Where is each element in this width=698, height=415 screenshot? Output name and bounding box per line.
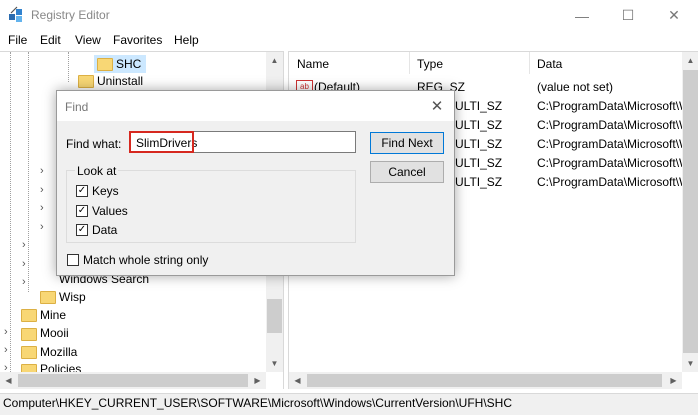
window-title: Registry Editor — [31, 8, 110, 22]
expand-chevron-icon[interactable]: › — [40, 221, 44, 233]
find-dialog: Find ✕ Find what: SlimDrivers Find Next … — [56, 90, 455, 276]
scrollbar-thumb[interactable] — [267, 299, 282, 333]
scroll-up-arrow-icon[interactable]: ▲ — [266, 52, 283, 69]
scroll-down-arrow-icon[interactable]: ▼ — [682, 355, 698, 372]
status-path: Computer\HKEY_CURRENT_USER\SOFTWARE\Micr… — [3, 396, 512, 410]
menu-view[interactable]: View — [75, 33, 101, 47]
close-button[interactable]: ✕ — [651, 0, 697, 31]
find-next-button[interactable]: Find Next — [370, 132, 444, 154]
expand-chevron-icon[interactable]: › — [40, 165, 44, 177]
tree-item-mine[interactable]: Mine — [40, 308, 66, 322]
value-type: ULTI_SZ — [455, 118, 503, 132]
expand-chevron-icon[interactable]: › — [40, 202, 44, 214]
scroll-down-arrow-icon[interactable]: ▼ — [266, 355, 283, 372]
list-vertical-scrollbar[interactable]: ▲ ▼ — [682, 52, 698, 372]
value-data: (value not set) — [537, 80, 614, 94]
menu-file[interactable]: File — [8, 33, 27, 47]
data-checkbox[interactable]: ✓ — [76, 224, 88, 236]
tree-item-mozilla[interactable]: Mozilla — [40, 345, 77, 359]
tree-item-uninstall[interactable]: Uninstall — [97, 74, 143, 88]
values-checkbox[interactable]: ✓ — [76, 205, 88, 217]
expand-chevron-icon[interactable]: › — [22, 258, 26, 270]
keys-label: Keys — [92, 184, 119, 198]
expand-chevron-icon[interactable]: › — [40, 184, 44, 196]
scroll-right-arrow-icon[interactable]: ▶ — [249, 372, 266, 389]
value-data: C:\ProgramData\Microsoft\W — [537, 99, 691, 113]
value-type: ULTI_SZ — [455, 156, 503, 170]
regedit-icon — [8, 6, 26, 27]
value-data: C:\ProgramData\Microsoft\W — [537, 118, 691, 132]
value-type: ULTI_SZ — [455, 137, 503, 151]
column-header-name[interactable]: Name — [297, 57, 329, 71]
menu-help[interactable]: Help — [174, 33, 199, 47]
tree-item-label: SHC — [116, 57, 142, 71]
menu-favorites[interactable]: Favorites — [113, 33, 162, 47]
folder-icon — [40, 291, 56, 304]
scrollbar-thumb[interactable] — [18, 374, 248, 387]
expand-chevron-icon[interactable]: › — [22, 276, 26, 288]
menu-edit[interactable]: Edit — [40, 33, 61, 47]
scrollbar-thumb[interactable] — [307, 374, 662, 387]
expand-chevron-icon[interactable]: › — [4, 326, 8, 338]
tree-horizontal-scrollbar[interactable]: ◀ ▶ — [0, 372, 266, 389]
keys-checkbox[interactable]: ✓ — [76, 185, 88, 197]
expand-chevron-icon[interactable]: › — [22, 239, 26, 251]
scroll-left-arrow-icon[interactable]: ◀ — [289, 372, 306, 389]
value-data: C:\ProgramData\Microsoft\W — [537, 175, 691, 189]
scroll-left-arrow-icon[interactable]: ◀ — [0, 372, 17, 389]
highlight-box — [129, 131, 194, 153]
menu-bar — [0, 31, 698, 51]
match-whole-label: Match whole string only — [83, 253, 209, 267]
scrollbar-thumb[interactable] — [683, 70, 698, 353]
folder-icon — [21, 346, 37, 359]
tree-item-wisp[interactable]: Wisp — [59, 290, 86, 304]
dialog-title-bar — [57, 91, 454, 121]
expand-chevron-icon[interactable]: › — [4, 344, 8, 356]
list-horizontal-scrollbar[interactable]: ◀ ▶ — [289, 372, 682, 389]
maximize-button[interactable]: ☐ — [605, 0, 651, 31]
column-header-data[interactable]: Data — [537, 57, 562, 71]
cancel-button[interactable]: Cancel — [370, 161, 444, 183]
dialog-title: Find — [65, 100, 89, 114]
scroll-right-arrow-icon[interactable]: ▶ — [665, 372, 682, 389]
values-label: Values — [92, 204, 128, 218]
data-label: Data — [92, 223, 118, 237]
value-data: C:\ProgramData\Microsoft\W — [537, 137, 691, 151]
value-type: ULTI_SZ — [455, 99, 503, 113]
value-data: C:\ProgramData\Microsoft\W — [537, 156, 691, 170]
tree-item-mooii[interactable]: Mooii — [40, 326, 69, 340]
folder-icon — [97, 58, 113, 71]
dialog-close-icon[interactable]: ✕ — [427, 96, 447, 116]
scroll-up-arrow-icon[interactable]: ▲ — [682, 52, 698, 69]
value-type: ULTI_SZ — [455, 175, 503, 189]
folder-icon — [78, 75, 94, 88]
look-at-label: Look at — [75, 164, 119, 178]
minimize-button[interactable]: — — [559, 0, 605, 31]
find-what-label: Find what: — [66, 137, 122, 151]
column-header-type[interactable]: Type — [417, 57, 443, 71]
match-whole-checkbox[interactable] — [67, 254, 79, 266]
title-bar: Registry Editor — ☐ ✕ — [0, 0, 698, 31]
folder-icon — [21, 328, 37, 341]
folder-icon — [21, 309, 37, 322]
